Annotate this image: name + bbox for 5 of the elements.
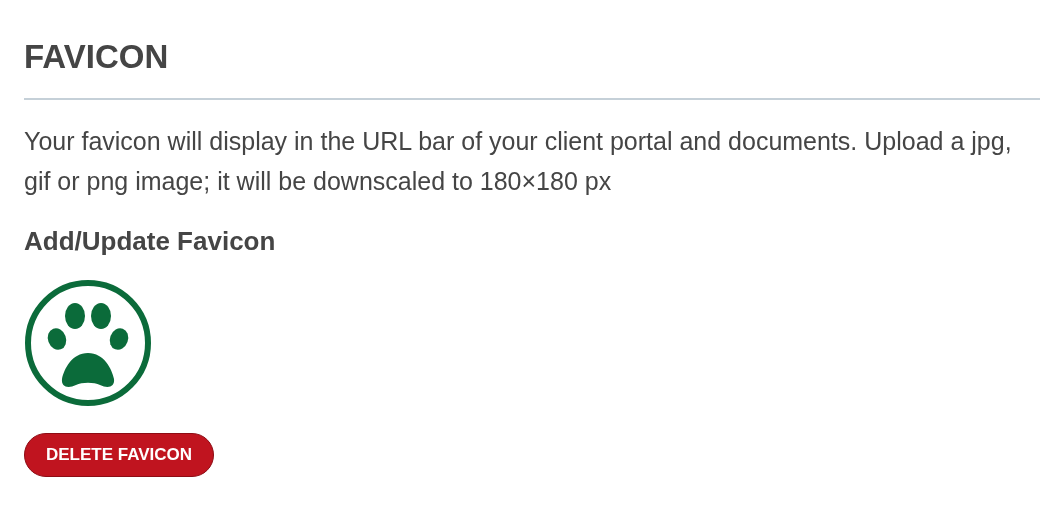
- paw-icon: [24, 279, 152, 407]
- section-title: FAVICON: [24, 37, 170, 77]
- subtitle: Add/Update Favicon: [24, 225, 277, 258]
- description-text: Your favicon will display in the URL bar of your client portal and documents. Upload a jpg, gif or png image; it will be downscaled to 180×180 px: [24, 126, 1013, 197]
- delete-favicon-button[interactable]: DELETE FAVICON: [24, 433, 215, 477]
